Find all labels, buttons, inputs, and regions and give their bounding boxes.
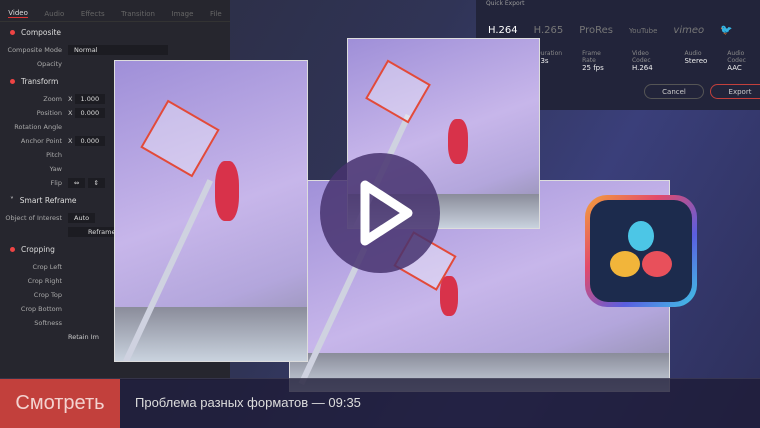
section-title: Smart Reframe [19,196,77,205]
crop-top-label: Crop Top [33,291,62,299]
zoom-label: Zoom [43,95,62,103]
section-title: Transform [21,77,59,86]
yaw-label: Yaw [49,165,62,173]
flip-horizontal-icon[interactable]: ⇔ [68,178,86,188]
opacity-label: Opacity [36,60,62,68]
retain-checkbox[interactable]: Retain Im [68,333,99,341]
tab-effects[interactable]: Effects [81,10,105,18]
format-youtube[interactable]: YouTube [629,27,657,35]
section-title: Composite [21,28,62,37]
flip-vertical-icon[interactable]: ⇕ [87,178,105,188]
meta-frame-rate: Frame Rate 25 fps [582,50,604,72]
play-button[interactable] [320,153,440,273]
meta-video-codec: Video Codec H.264 [631,50,653,72]
format-h264[interactable]: H.264 [488,25,518,36]
anchor-label: Anchor Point [20,137,62,145]
softness-label: Softness [34,319,62,327]
tab-transition[interactable]: Transition [121,10,155,18]
bottom-bar: Смотреть Проблема разных форматов — 09:3… [0,378,760,428]
meta-audio: Audio Stereo [684,50,708,65]
watch-button[interactable]: Смотреть [0,379,120,428]
chevron-down-icon: ˅ [10,196,14,205]
composite-mode-select[interactable]: Normal [68,45,168,55]
crop-right-label: Crop Right [27,277,62,285]
cancel-button[interactable]: Cancel [644,84,704,99]
axis-label: X [68,109,73,117]
davinci-resolve-logo [585,195,697,307]
composite-mode-label: Composite Mode [7,46,62,54]
format-h265[interactable]: H.265 [534,25,564,36]
pitch-label: Pitch [46,151,62,159]
section-title: Cropping [21,245,55,254]
play-icon [360,180,413,246]
twitter-icon[interactable]: 🐦 [720,25,732,36]
video-title: Проблема разных форматов — 09:35 [135,395,361,410]
rotation-label: Rotation Angle [14,123,62,131]
position-label: Position [36,109,62,117]
crop-bottom-label: Crop Bottom [20,305,62,313]
enable-dot-icon[interactable] [10,79,15,84]
axis-label: X [68,137,73,145]
inspector-tabs: Video Audio Effects Transition Image Fil… [0,0,230,22]
axis-label: X [68,95,73,103]
enable-dot-icon[interactable] [10,247,15,252]
flip-label: Flip [50,179,62,187]
zoom-field[interactable]: 1.000 [74,94,106,104]
format-prores[interactable]: ProRes [579,25,613,36]
tab-image[interactable]: Image [172,10,194,18]
tab-audio[interactable]: Audio [44,10,64,18]
tab-video[interactable]: Video [8,9,28,18]
composite-header[interactable]: Composite [0,22,230,43]
tab-file[interactable]: File [210,10,222,18]
object-label: Object of Interest [5,214,62,222]
object-select[interactable]: Auto [68,213,96,223]
crop-left-label: Crop Left [32,263,62,271]
meta-audio-codec: Audio Codec AAC [727,50,746,72]
portrait-frame-image [114,60,308,362]
quick-export-title: Quick Export [486,0,525,7]
export-button[interactable]: Export [710,84,760,99]
anchor-field[interactable]: 0.000 [74,136,106,146]
position-field[interactable]: 0.000 [74,108,106,118]
enable-dot-icon[interactable] [10,30,15,35]
format-vimeo[interactable]: vimeo [673,25,704,36]
